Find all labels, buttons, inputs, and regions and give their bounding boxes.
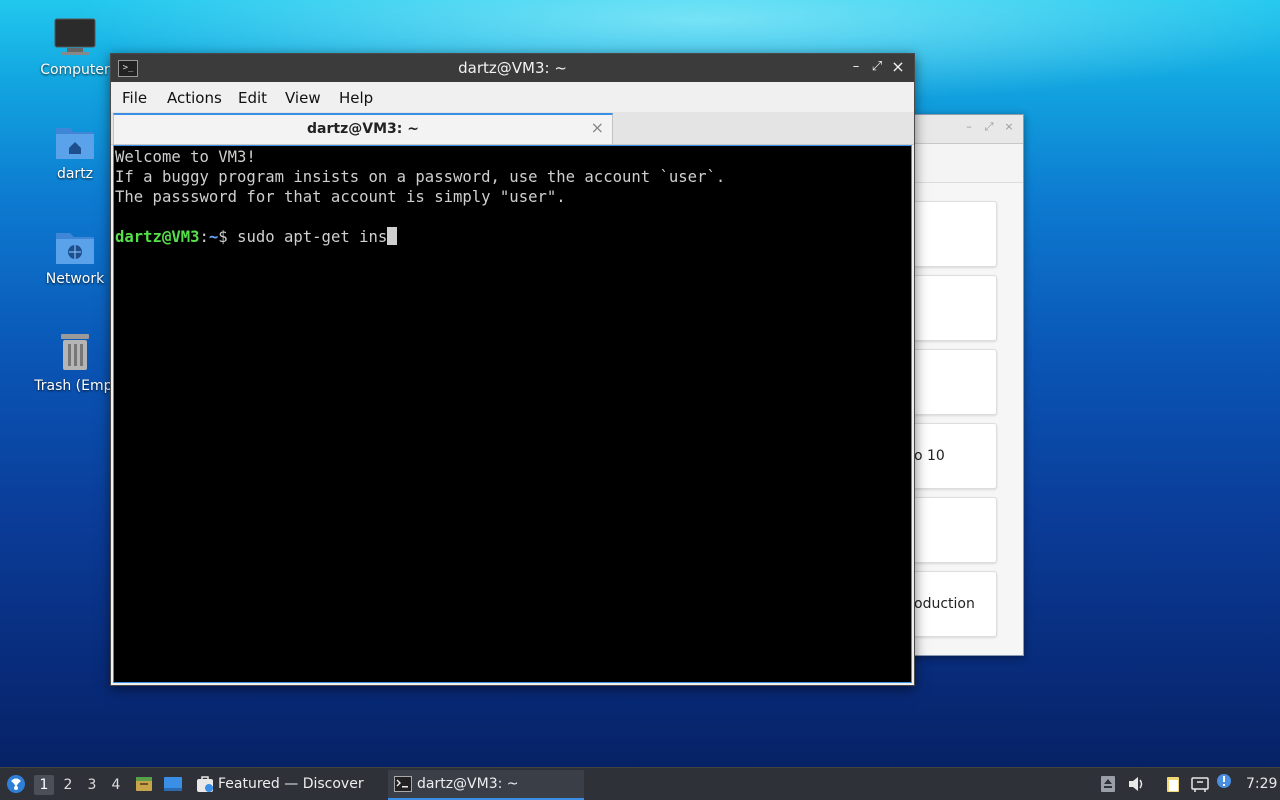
clipboard-icon[interactable] (1164, 775, 1182, 793)
task-terminal[interactable]: dartz@VM3: ~ (388, 770, 584, 800)
prompt-line: dartz@VM3:~$ sudo apt-get ins (115, 227, 910, 247)
workspace-2[interactable]: 2 (58, 775, 78, 795)
volume-icon[interactable] (1127, 775, 1145, 793)
home-folder-icon (56, 128, 94, 159)
console-line: Welcome to VM3! (115, 148, 256, 166)
taskbar: 1 2 3 4 Featured — Discover dartz@VM3: ~ (0, 767, 1280, 800)
minimize-icon[interactable]: – (963, 121, 975, 133)
window-title: dartz@VM3: ~ (458, 59, 567, 77)
task-label: dartz@VM3: ~ (417, 776, 519, 792)
prompt-symbol: $ (218, 228, 238, 246)
network-icon[interactable] (1191, 775, 1209, 793)
app-card[interactable] (913, 349, 997, 415)
console-line: The passsword for that account is simply… (115, 188, 566, 206)
start-menu-icon[interactable] (6, 774, 26, 794)
task-label: Featured — Discover (218, 776, 364, 792)
terminal-app-icon (394, 776, 412, 792)
app-card[interactable] (913, 275, 997, 341)
terminal-window[interactable]: >_ dartz@VM3: ~ – ⤢ × File Actions Edit … (110, 53, 915, 686)
clock[interactable]: 7:29 (1246, 768, 1277, 800)
eject-icon[interactable] (1099, 775, 1117, 793)
workspace-4[interactable]: 4 (106, 775, 126, 795)
show-desktop-icon[interactable] (163, 775, 183, 793)
workspace-1[interactable]: 1 (34, 775, 54, 795)
close-icon[interactable]: × (1003, 121, 1015, 133)
menu-bar: File Actions Edit View Help (111, 82, 914, 112)
trash-icon (61, 334, 89, 370)
prompt-separator: : (199, 228, 209, 246)
tab-label: dartz@VM3: ~ (307, 121, 419, 137)
tab-bar: dartz@VM3: ~ × (111, 112, 914, 145)
app-card[interactable] (913, 201, 997, 267)
computer-icon (54, 18, 96, 55)
menu-file[interactable]: File (122, 89, 147, 107)
notification-icon[interactable] (1215, 772, 1233, 790)
console-line: If a buggy program insists on a password… (115, 168, 726, 186)
network-folder-icon (56, 233, 94, 264)
app-card[interactable]: o 10 (913, 423, 997, 489)
tab-close-icon[interactable]: × (591, 118, 604, 137)
close-button[interactable]: × (890, 58, 906, 76)
app-card[interactable]: oduction (913, 571, 997, 637)
app-card[interactable] (913, 497, 997, 563)
background-window-content: o 10 oduction (909, 183, 1023, 655)
command-input[interactable]: sudo apt-get ins (237, 228, 387, 246)
menu-edit[interactable]: Edit (238, 89, 267, 107)
menu-view[interactable]: View (285, 89, 321, 107)
file-manager-launcher-icon[interactable] (135, 775, 153, 793)
background-window-discover[interactable]: – ⤢ × o 10 oduction (908, 114, 1024, 656)
workspace-3[interactable]: 3 (82, 775, 102, 795)
minimize-button[interactable]: – (848, 58, 864, 76)
terminal-titlebar[interactable]: >_ dartz@VM3: ~ – ⤢ × (111, 54, 914, 82)
maximize-button[interactable]: ⤢ (869, 58, 885, 76)
menu-actions[interactable]: Actions (167, 89, 222, 107)
discover-app-icon (197, 776, 213, 792)
terminal-console[interactable]: Welcome to VM3! If a buggy program insis… (113, 145, 912, 683)
menu-help[interactable]: Help (339, 89, 373, 107)
prompt-user: dartz@VM3 (115, 228, 200, 246)
prompt-path: ~ (208, 228, 219, 246)
task-discover[interactable]: Featured — Discover (192, 770, 380, 798)
maximize-icon[interactable]: ⤢ (983, 121, 995, 133)
background-window-titlebar[interactable]: – ⤢ × (909, 115, 1023, 144)
text-cursor (387, 227, 398, 245)
background-window-toolbar (909, 144, 1023, 183)
tab-terminal[interactable]: dartz@VM3: ~ × (113, 113, 613, 144)
